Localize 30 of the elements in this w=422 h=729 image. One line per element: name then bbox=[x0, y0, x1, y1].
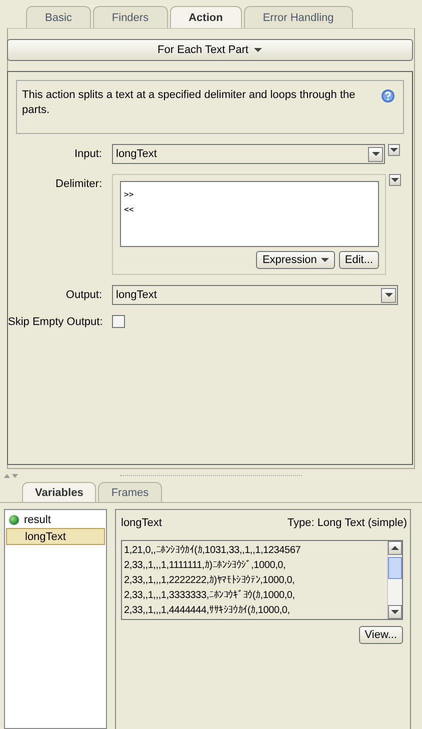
description-text: This action splits a text at a specified delimiter and loops through the parts. bbox=[22, 88, 356, 118]
globe-icon bbox=[9, 514, 19, 524]
action-dropdown[interactable]: For Each Text Part bbox=[7, 39, 413, 61]
tab[interactable]: Frames bbox=[98, 482, 162, 502]
tab[interactable]: Error Handling bbox=[244, 6, 353, 28]
output-label: Output: bbox=[64, 289, 103, 301]
splitter-handle[interactable] bbox=[120, 474, 302, 478]
delimiter-label: Delimiter: bbox=[54, 178, 103, 190]
input-dropdown[interactable]: longText bbox=[112, 144, 385, 164]
value-textarea[interactable]: 1,21,0,,ﾆﾎﾝｼﾖｳｶｲ(ｶ,1031,33,,1,,1,1234567 2,33,,1,,,1,1111111,ｶ)ﾆﾎﾝｼﾖｳｼﾞ,1000,0, 2,33,,1,,,1,2222222,ｶ)ﾔﾏﾓﾄｼﾖｳﾃﾝ,1000,0, 2,33,,1,,,1,3333333,ﾆﾎﾝｺｳｷﾞﾖｳ(ｶ,1000,0, 2,33,,1,,,1,4444444,ｻｻｷｼﾖｳｶｲ(ｶ,1000,0, bbox=[121, 540, 403, 620]
tab[interactable]: Basic bbox=[26, 6, 91, 28]
variable-name: longText bbox=[121, 517, 162, 529]
output-dropdown[interactable]: longText bbox=[112, 285, 398, 305]
caret-icon bbox=[254, 48, 262, 52]
collapse-arrows-icon[interactable] bbox=[4, 473, 20, 479]
variable-item[interactable]: result bbox=[6, 511, 105, 528]
expression-dropdown[interactable]: Expression bbox=[256, 251, 335, 269]
variable-type: Type: Long Text (simple) bbox=[287, 517, 407, 529]
tab[interactable]: Finders bbox=[92, 6, 168, 28]
tab[interactable]: Action bbox=[170, 6, 242, 28]
input-label: Input: bbox=[73, 148, 103, 160]
edit-button[interactable]: Edit... bbox=[338, 251, 379, 269]
checkbox[interactable] bbox=[112, 315, 125, 328]
help-icon[interactable] bbox=[381, 89, 395, 103]
delimiter-textarea[interactable]: >> << bbox=[120, 181, 379, 247]
skip-empty-label: Skip Empty Output: bbox=[8, 316, 104, 328]
tab[interactable]: Variables bbox=[22, 482, 96, 502]
variable-item[interactable]: longText bbox=[6, 528, 105, 545]
scrollbar[interactable] bbox=[387, 541, 402, 619]
view-button[interactable]: View... bbox=[358, 626, 403, 644]
